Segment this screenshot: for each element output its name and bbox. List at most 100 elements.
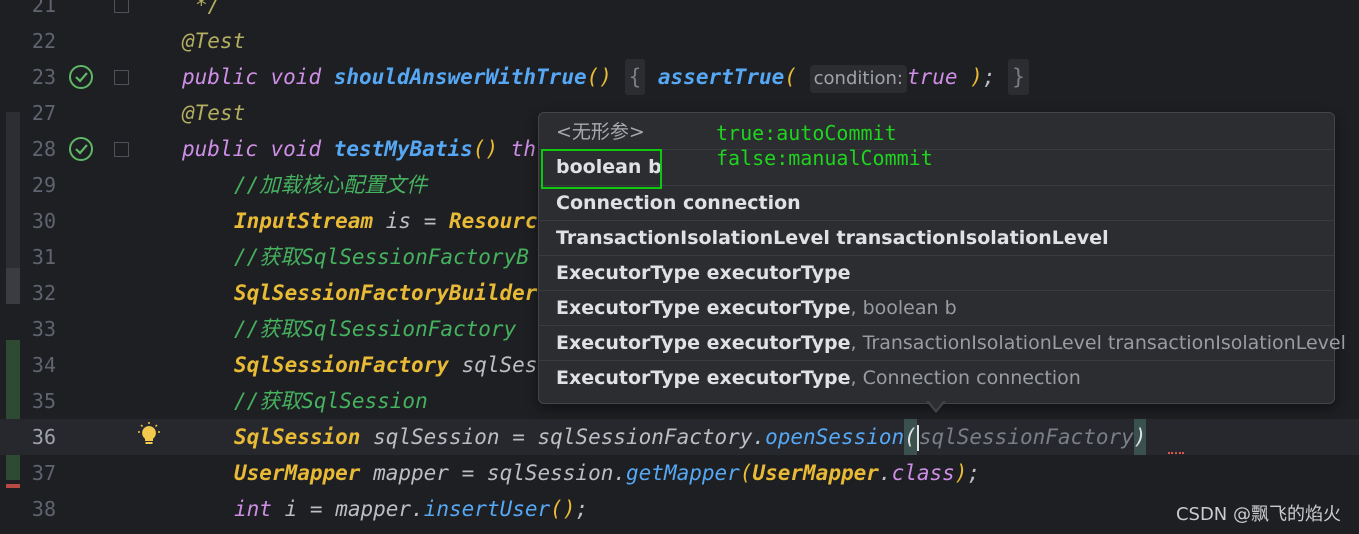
signature-text: ExecutorType executorType [556, 262, 851, 284]
variable: sqlSes [461, 353, 538, 377]
line-number: 38 [31, 497, 56, 521]
signature-text: TransactionIsolationLevel transactionIso… [556, 227, 1109, 249]
type-name: SqlSessionFactory [234, 353, 449, 377]
code-text: public void shouldAnswerWithTrue() { ass… [182, 59, 1029, 95]
code-text: InputStream is = Resourc [234, 203, 538, 239]
popup-item-executor-isolation[interactable]: ExecutorType executorType, TransactionIs… [539, 325, 1346, 359]
keyword-int: int [234, 497, 272, 521]
type-name: UserMapper [752, 461, 879, 485]
folded-region[interactable]: } [1008, 59, 1029, 95]
code-text: @Test [182, 23, 245, 59]
line-number: 23 [31, 65, 56, 89]
line-number: 35 [31, 389, 56, 413]
signature-rest: , boolean b [850, 297, 957, 319]
method-call: getMapper [626, 461, 740, 485]
operator: = [512, 425, 525, 449]
line-number: 33 [31, 317, 56, 341]
keyword-void: void [270, 137, 322, 161]
line-number: 22 [31, 29, 56, 53]
code-line-21: 21 */ [0, 0, 1359, 23]
object-ref: sqlSessionFactory [537, 425, 753, 449]
code-line-38: 38 int i = mapper.insertUser(); [0, 491, 1359, 527]
code-text: int i = mapper.insertUser(); [234, 497, 589, 521]
operator: = [423, 209, 437, 233]
object-ref: mapper [335, 497, 412, 521]
code-text: SqlSessionFactoryBuilder [234, 275, 537, 311]
test-passed-icon[interactable] [68, 64, 94, 90]
line-number: 28 [31, 137, 56, 161]
note-line: true:autoCommit [716, 121, 897, 145]
code-text: public void testMyBatis() th [182, 137, 537, 161]
line-number: 29 [31, 173, 56, 197]
signature-rest: , TransactionIsolationLevel transactionI… [850, 332, 1346, 354]
annotation: @Test [182, 29, 246, 53]
method-name: shouldAnswerWithTrue [333, 65, 587, 89]
popup-item-executor-boolean[interactable]: ExecutorType executorType, boolean b [539, 290, 1334, 324]
code-text: UserMapper mapper = sqlSession.getMapper… [234, 461, 981, 485]
comment: //获取SqlSessionFactory [234, 317, 517, 341]
keyword-void: void [270, 65, 322, 89]
line-number: 21 [31, 0, 56, 17]
popup-item-connection[interactable]: Connection connection [539, 185, 1334, 219]
signature-text: ExecutorType executorType [556, 297, 851, 319]
signature-text: ExecutorType executorType [556, 332, 851, 354]
annotation: @Test [182, 101, 246, 125]
method-call: assertTrue [657, 65, 785, 89]
keyword-class: class [891, 461, 955, 485]
fold-toggle[interactable] [114, 0, 129, 13]
line-number: 34 [31, 353, 56, 377]
type-name: SqlSession [234, 425, 361, 449]
folded-region[interactable]: { [624, 59, 646, 95]
signature-text: Connection connection [556, 192, 801, 214]
test-passed-icon[interactable] [68, 136, 94, 162]
code-text: SqlSessionFactory sqlSes [234, 347, 537, 383]
variable: i [284, 497, 298, 521]
line-number: 31 [31, 245, 56, 269]
code-line-23: 23 public void shouldAnswerWithTrue() { … [0, 59, 1359, 95]
code-line-36: 36 SqlSession sqlSession = sqlSessionFac… [0, 419, 1359, 455]
comment: //获取SqlSessionFactoryB [234, 245, 529, 269]
placeholder-argument: sqlSessionFactory [918, 425, 1134, 449]
comment: //加载核心配置文件 [234, 173, 428, 197]
code-text[interactable]: SqlSession sqlSession = sqlSessionFactor… [234, 419, 1147, 455]
method-call: insertUser [423, 497, 551, 521]
fold-toggle[interactable] [114, 142, 129, 157]
code-fragment: th [510, 137, 537, 161]
signature-rest: , Connection connection [850, 367, 1081, 389]
popup-item-isolation[interactable]: TransactionIsolationLevel transactionIso… [539, 220, 1334, 254]
method-name: testMyBatis [333, 137, 473, 161]
line-number: 27 [31, 101, 56, 125]
type-name: InputStream [234, 209, 374, 233]
watermark: CSDN @飘飞的焰火 [1175, 504, 1341, 525]
keyword-public: public [182, 65, 258, 89]
popup-item-executor-connection[interactable]: ExecutorType executorType, Connection co… [539, 360, 1334, 394]
highlight-box [541, 149, 662, 189]
type-name: UserMapper [234, 461, 361, 485]
variable: sqlSession [373, 425, 500, 449]
object-ref: sqlSession [486, 461, 614, 485]
code-line-37: 37 UserMapper mapper = sqlSession.getMap… [0, 455, 1359, 491]
note-line: false:manualCommit [716, 146, 933, 170]
operator: = [309, 497, 323, 521]
operator: = [461, 461, 475, 485]
line-number: 37 [31, 461, 56, 485]
popup-pointer-fill [928, 400, 944, 410]
method-call: openSession [765, 425, 905, 449]
popup-item-no-params[interactable]: <无形参> [539, 115, 1334, 149]
annotation-note: true:autoCommit false:manualCommit [716, 121, 933, 171]
code-text: @Test [182, 95, 245, 131]
parameter-hint: condition: [809, 65, 907, 93]
code-text: */ [195, 0, 221, 17]
comment: //获取SqlSession [234, 389, 428, 413]
variable: is [385, 209, 412, 233]
popup-item-executor[interactable]: ExecutorType executorType [539, 255, 1334, 289]
code-fragment: Resourc [449, 209, 538, 233]
keyword-public: public [182, 137, 258, 161]
type-name: SqlSessionFactoryBuilder [234, 281, 538, 305]
error-underline [1168, 448, 1184, 454]
line-number: 36 [31, 425, 56, 449]
code-line-22: 22 @Test [0, 23, 1359, 59]
lightbulb-icon[interactable] [136, 422, 162, 448]
line-number: 32 [31, 281, 56, 305]
fold-toggle[interactable] [114, 70, 129, 85]
